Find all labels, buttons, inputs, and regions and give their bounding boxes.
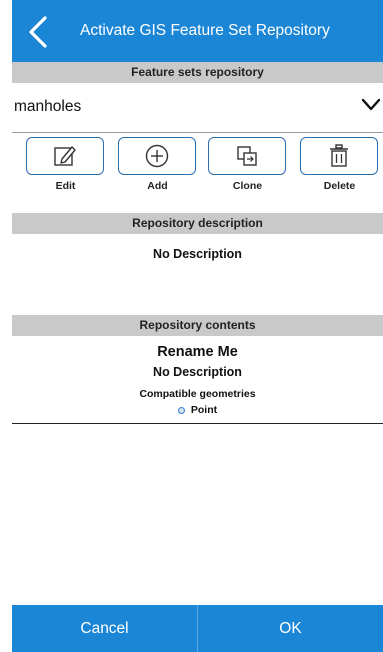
edit-button-frame	[26, 137, 104, 175]
clone-icon	[237, 146, 257, 166]
geometry-list-item: Point	[12, 404, 383, 416]
repository-select-value: manholes	[14, 98, 82, 115]
trash-icon	[330, 144, 348, 167]
top-app-bar: Activate GIS Feature Set Repository	[12, 0, 383, 62]
add-circle-icon	[145, 144, 169, 168]
repository-contents-header: Repository contents	[12, 315, 383, 336]
chevron-down-icon	[361, 98, 381, 111]
add-label: Add	[147, 180, 168, 192]
chevron-left-icon	[29, 16, 47, 48]
repository-select[interactable]: manholes	[12, 86, 383, 133]
edit-button[interactable]: Edit	[26, 137, 106, 193]
feature-set-description: No Description	[153, 365, 242, 379]
repository-contents-item[interactable]: Rename Me No Description Compatible geom…	[12, 336, 383, 424]
delete-button-frame	[300, 137, 378, 175]
repository-description-text: No Description	[153, 247, 242, 261]
compatible-geometries-title: Compatible geometries	[139, 388, 256, 400]
bullet-icon	[177, 406, 185, 414]
add-button-frame	[118, 137, 196, 175]
repository-description-header: Repository description	[12, 213, 383, 234]
delete-button[interactable]: Delete	[300, 137, 380, 193]
ok-button[interactable]: OK	[198, 605, 383, 652]
app-frame: Activate GIS Feature Set Repository Feat…	[12, 0, 383, 652]
edit-icon	[54, 146, 76, 166]
feature-set-name: Rename Me	[157, 344, 238, 360]
geometry-label: Point	[190, 404, 218, 416]
clone-button-frame	[208, 137, 286, 175]
bottom-action-bar: Cancel OK	[12, 605, 383, 652]
clone-button[interactable]: Clone	[208, 137, 288, 193]
delete-label: Delete	[323, 180, 356, 192]
page-title: Activate GIS Feature Set Repository	[80, 22, 330, 39]
feature-sets-repository-header: Feature sets repository	[12, 62, 383, 83]
clone-label: Clone	[232, 180, 263, 192]
edit-label: Edit	[55, 180, 76, 192]
cancel-button[interactable]: Cancel	[12, 605, 197, 652]
back-button[interactable]	[18, 10, 58, 54]
add-button[interactable]: Add	[118, 137, 198, 193]
